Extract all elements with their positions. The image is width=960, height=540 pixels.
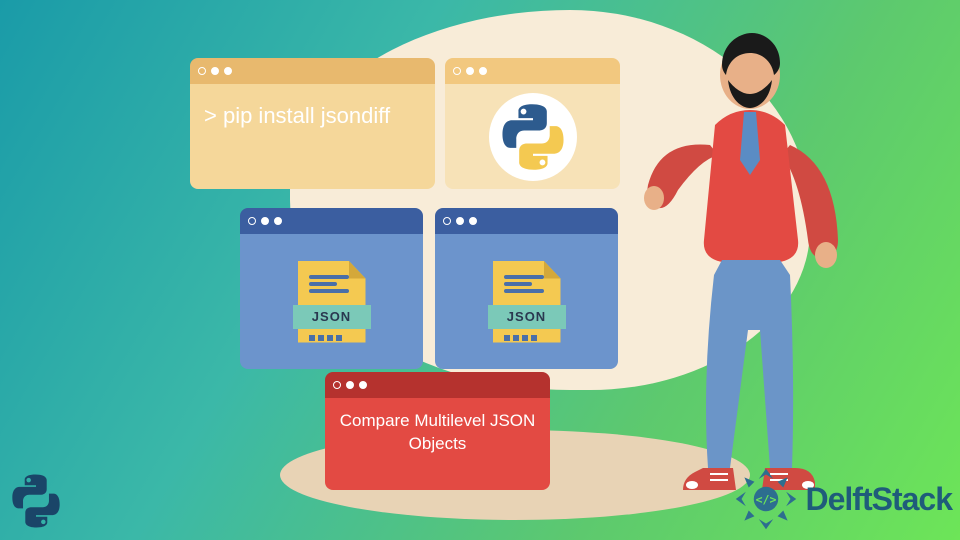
window-dot-icon [456, 217, 464, 225]
delftstack-logo-icon: </> [730, 463, 802, 535]
window-pip-install: > pip install jsondiff [190, 58, 435, 189]
window-dot-icon [466, 67, 474, 75]
person-illustration [640, 30, 880, 510]
json-file-container: JSON [435, 234, 618, 369]
window-dot-icon [248, 217, 256, 225]
json-label: JSON [293, 305, 371, 329]
titlebar [445, 58, 620, 84]
window-dot-icon [479, 67, 487, 75]
window-dot-icon [333, 381, 341, 389]
json-file-container: JSON [240, 234, 423, 369]
window-dot-icon [359, 381, 367, 389]
titlebar [190, 58, 435, 84]
compare-text: Compare Multilevel JSON Objects [325, 398, 550, 490]
svg-text:</>: </> [755, 492, 776, 506]
titlebar [435, 208, 618, 234]
titlebar [325, 372, 550, 398]
window-dot-icon [261, 217, 269, 225]
window-compare: Compare Multilevel JSON Objects [325, 372, 550, 490]
json-file-icon: JSON [295, 257, 369, 347]
python-logo-container [445, 84, 620, 189]
json-label: JSON [488, 305, 566, 329]
python-corner-icon [5, 470, 67, 532]
delftstack-brand: </> DelftStack [730, 463, 953, 535]
window-dot-icon [346, 381, 354, 389]
window-dot-icon [274, 217, 282, 225]
brand-name: DelftStack [806, 481, 953, 518]
window-dot-icon [198, 67, 206, 75]
python-logo-icon [493, 97, 573, 177]
window-json-right: JSON [435, 208, 618, 369]
window-python-logo [445, 58, 620, 189]
window-dot-icon [211, 67, 219, 75]
window-dot-icon [443, 217, 451, 225]
window-dot-icon [469, 217, 477, 225]
window-dot-icon [224, 67, 232, 75]
titlebar [240, 208, 423, 234]
window-dot-icon [453, 67, 461, 75]
json-file-icon: JSON [490, 257, 564, 347]
pip-command-text: > pip install jsondiff [190, 84, 435, 189]
window-json-left: JSON [240, 208, 423, 369]
